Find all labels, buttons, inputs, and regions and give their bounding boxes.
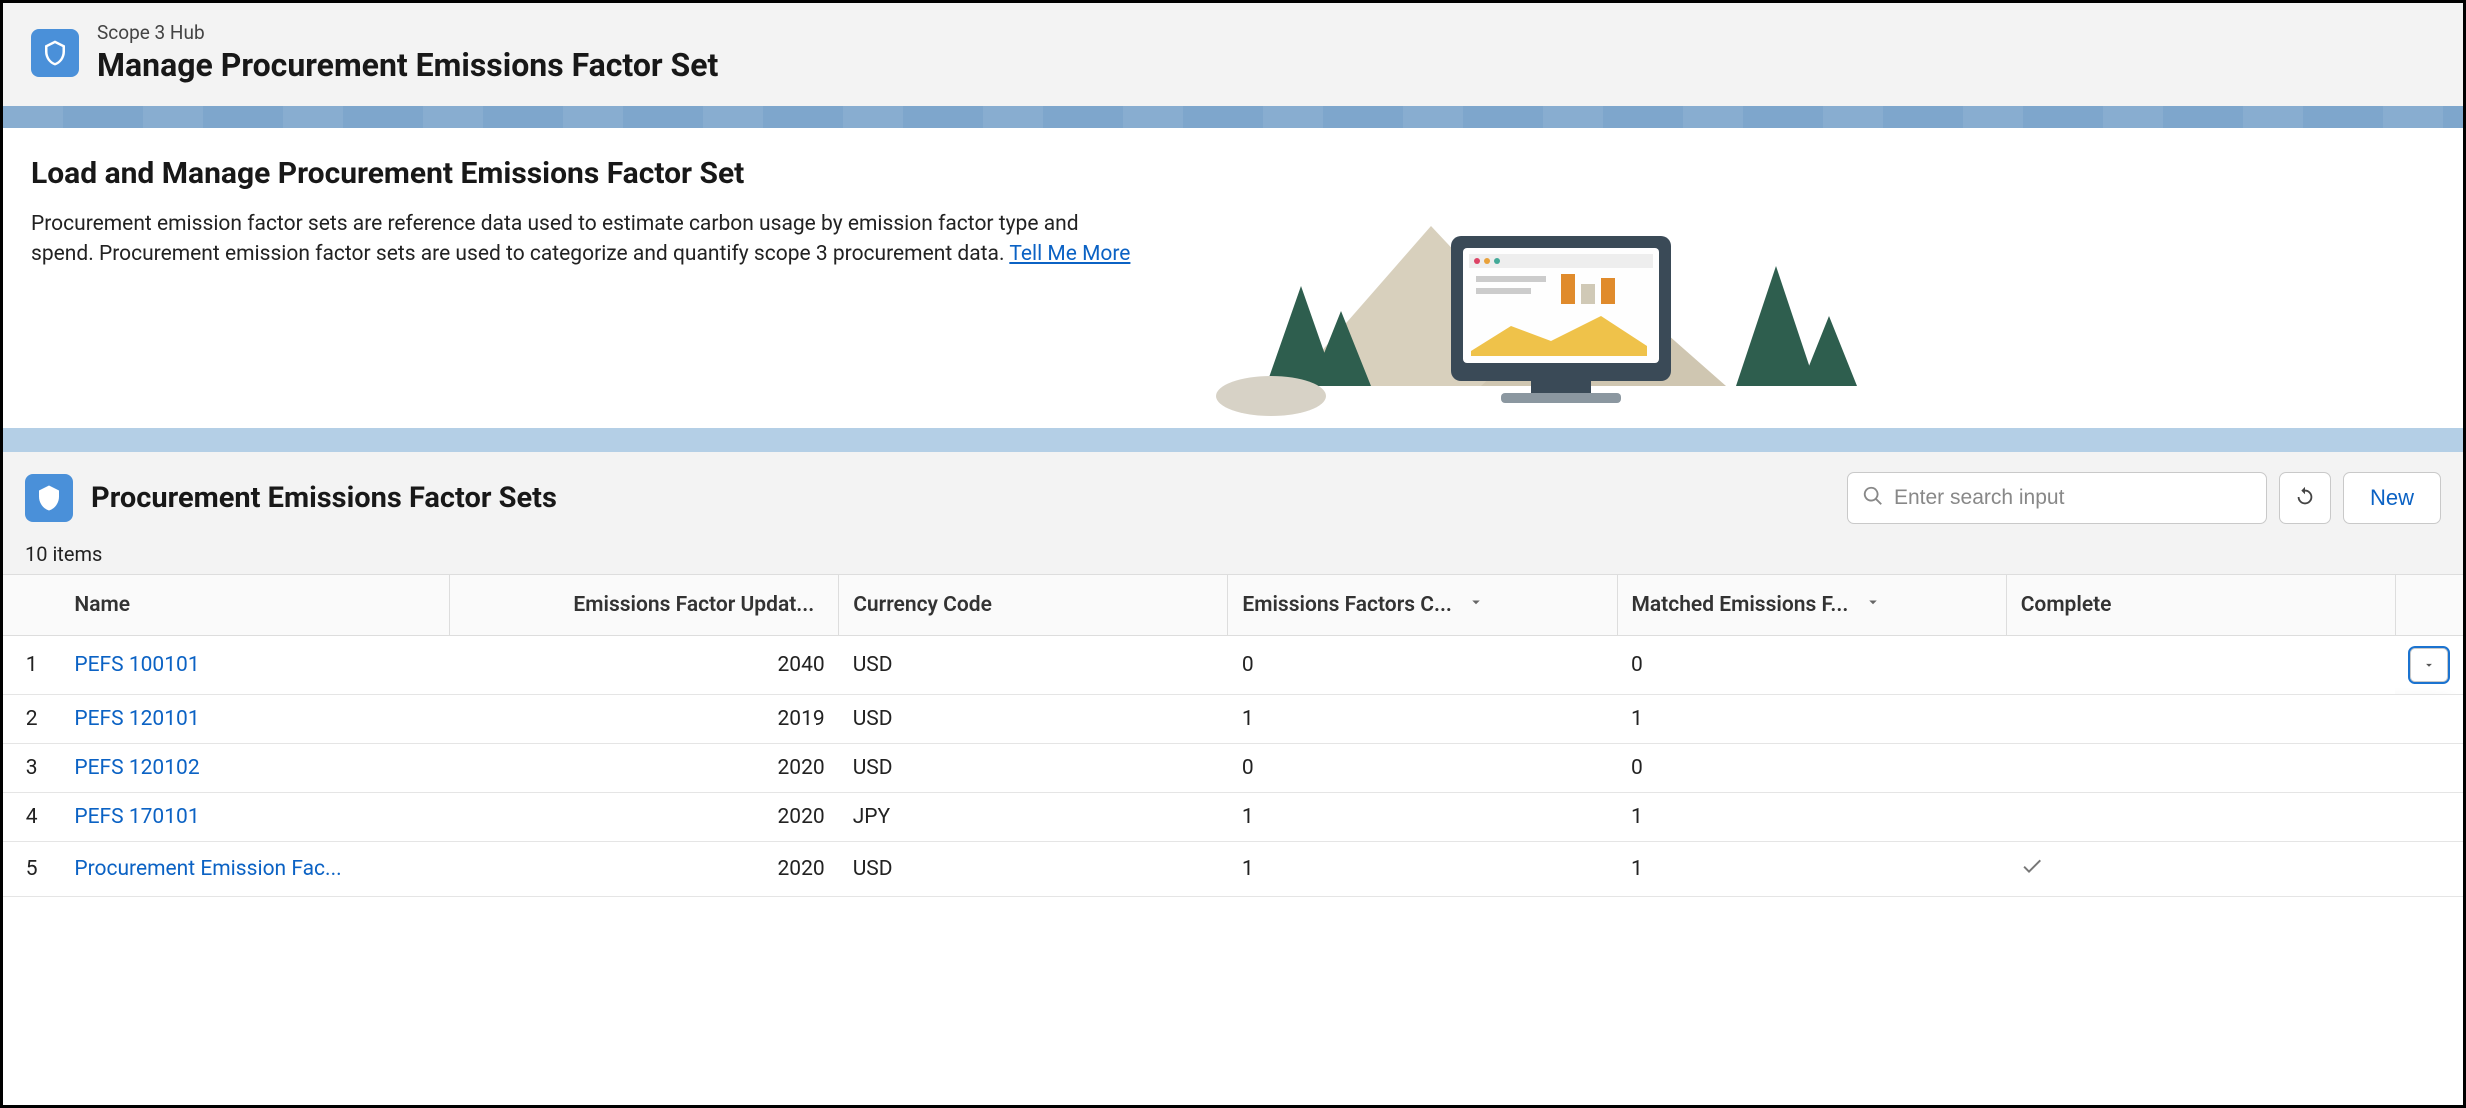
row-actions-cell [2395, 842, 2463, 897]
row-index: 4 [3, 793, 60, 842]
col-header-complete[interactable]: Complete [2006, 575, 2395, 636]
app-icon [31, 29, 79, 77]
search-field[interactable] [1847, 472, 2267, 524]
col-header-mef-label: Matched Emissions F... [1632, 593, 1849, 617]
intro-card: Load and Manage Procurement Emissions Fa… [3, 128, 2463, 428]
row-complete [2006, 842, 2395, 897]
search-icon [1862, 485, 1884, 511]
row-year: 2020 [450, 842, 839, 897]
col-header-efc-label: Emissions Factors C... [1242, 593, 1452, 617]
check-icon [2020, 860, 2044, 884]
page-title: Manage Procurement Emissions Factor Set [97, 46, 718, 84]
search-input[interactable] [1894, 486, 2252, 510]
row-name-cell: PEFS 170101 [60, 793, 449, 842]
item-count: 10 items [25, 542, 2441, 566]
row-efc: 0 [1228, 744, 1617, 793]
refresh-icon [2294, 486, 2316, 511]
col-header-year[interactable]: Emissions Factor Updat... [450, 575, 839, 636]
table-row: 2PEFS 1201012019USD11 [3, 695, 2463, 744]
intro-illustration [1171, 156, 1891, 416]
intro-title: Load and Manage Procurement Emissions Fa… [31, 156, 1131, 191]
row-actions-cell [2395, 744, 2463, 793]
row-complete [2006, 695, 2395, 744]
decorative-band-mid [3, 428, 2463, 452]
table-row: 5Procurement Emission Fac...2020USD11 [3, 842, 2463, 897]
new-button[interactable]: New [2343, 472, 2441, 524]
page-header: Scope 3 Hub Manage Procurement Emissions… [3, 3, 2463, 106]
row-mef: 0 [1617, 636, 2006, 695]
row-name-cell: PEFS 120101 [60, 695, 449, 744]
col-header-efc[interactable]: Emissions Factors C... [1228, 575, 1617, 636]
col-header-name[interactable]: Name [60, 575, 449, 636]
chevron-down-icon [1864, 593, 1882, 617]
row-actions-cell: EditDeleteMatch Categories [2395, 636, 2463, 695]
list-title: Procurement Emissions Factor Sets [91, 481, 1829, 515]
row-mef: 1 [1617, 842, 2006, 897]
row-year: 2020 [450, 744, 839, 793]
intro-body-text: Procurement emission factor sets are ref… [31, 212, 1079, 266]
row-index: 1 [3, 636, 60, 695]
row-efc: 0 [1228, 636, 1617, 695]
intro-body: Procurement emission factor sets are ref… [31, 209, 1131, 270]
row-actions-button[interactable] [2410, 648, 2448, 682]
row-currency: USD [839, 636, 1228, 695]
chevron-down-icon [1467, 593, 1485, 617]
table-row: 3PEFS 1201022020USD00 [3, 744, 2463, 793]
row-name-cell: Procurement Emission Fac... [60, 842, 449, 897]
refresh-button[interactable] [2279, 472, 2331, 524]
list-icon [25, 474, 73, 522]
record-link[interactable]: Procurement Emission Fac... [74, 857, 341, 881]
row-complete [2006, 793, 2395, 842]
row-index: 3 [3, 744, 60, 793]
row-year: 2019 [450, 695, 839, 744]
col-header-currency[interactable]: Currency Code [839, 575, 1228, 636]
row-actions-cell [2395, 695, 2463, 744]
record-link[interactable]: PEFS 120101 [74, 707, 199, 731]
row-index: 5 [3, 842, 60, 897]
record-link[interactable]: PEFS 100101 [74, 653, 199, 677]
row-currency: USD [839, 695, 1228, 744]
table-header-row: Name Emissions Factor Updat... Currency … [3, 575, 2463, 636]
table-row: 1PEFS 1001012040USD00EditDeleteMatch Cat… [3, 636, 2463, 695]
data-table: Name Emissions Factor Updat... Currency … [3, 574, 2463, 897]
row-name-cell: PEFS 100101 [60, 636, 449, 695]
row-efc: 1 [1228, 842, 1617, 897]
row-complete [2006, 636, 2395, 695]
record-link[interactable]: PEFS 170101 [74, 805, 199, 829]
tell-me-more-link[interactable]: Tell Me More [1009, 242, 1130, 266]
row-year: 2020 [450, 793, 839, 842]
row-efc: 1 [1228, 793, 1617, 842]
col-header-index [3, 575, 60, 636]
col-header-mef[interactable]: Matched Emissions F... [1617, 575, 2006, 636]
caret-down-icon [2422, 658, 2436, 672]
row-complete [2006, 744, 2395, 793]
row-currency: JPY [839, 793, 1228, 842]
row-mef: 0 [1617, 744, 2006, 793]
row-mef: 1 [1617, 695, 2006, 744]
table-row: 4PEFS 1701012020JPY11 [3, 793, 2463, 842]
row-year: 2040 [450, 636, 839, 695]
breadcrumb: Scope 3 Hub [97, 21, 718, 44]
row-currency: USD [839, 842, 1228, 897]
row-mef: 1 [1617, 793, 2006, 842]
record-link[interactable]: PEFS 120102 [74, 756, 199, 780]
row-actions-cell [2395, 793, 2463, 842]
row-name-cell: PEFS 120102 [60, 744, 449, 793]
decorative-band-top [3, 106, 2463, 128]
list-header: Procurement Emissions Factor Sets New 10… [3, 452, 2463, 574]
row-currency: USD [839, 744, 1228, 793]
row-efc: 1 [1228, 695, 1617, 744]
row-index: 2 [3, 695, 60, 744]
col-header-actions [2395, 575, 2463, 636]
